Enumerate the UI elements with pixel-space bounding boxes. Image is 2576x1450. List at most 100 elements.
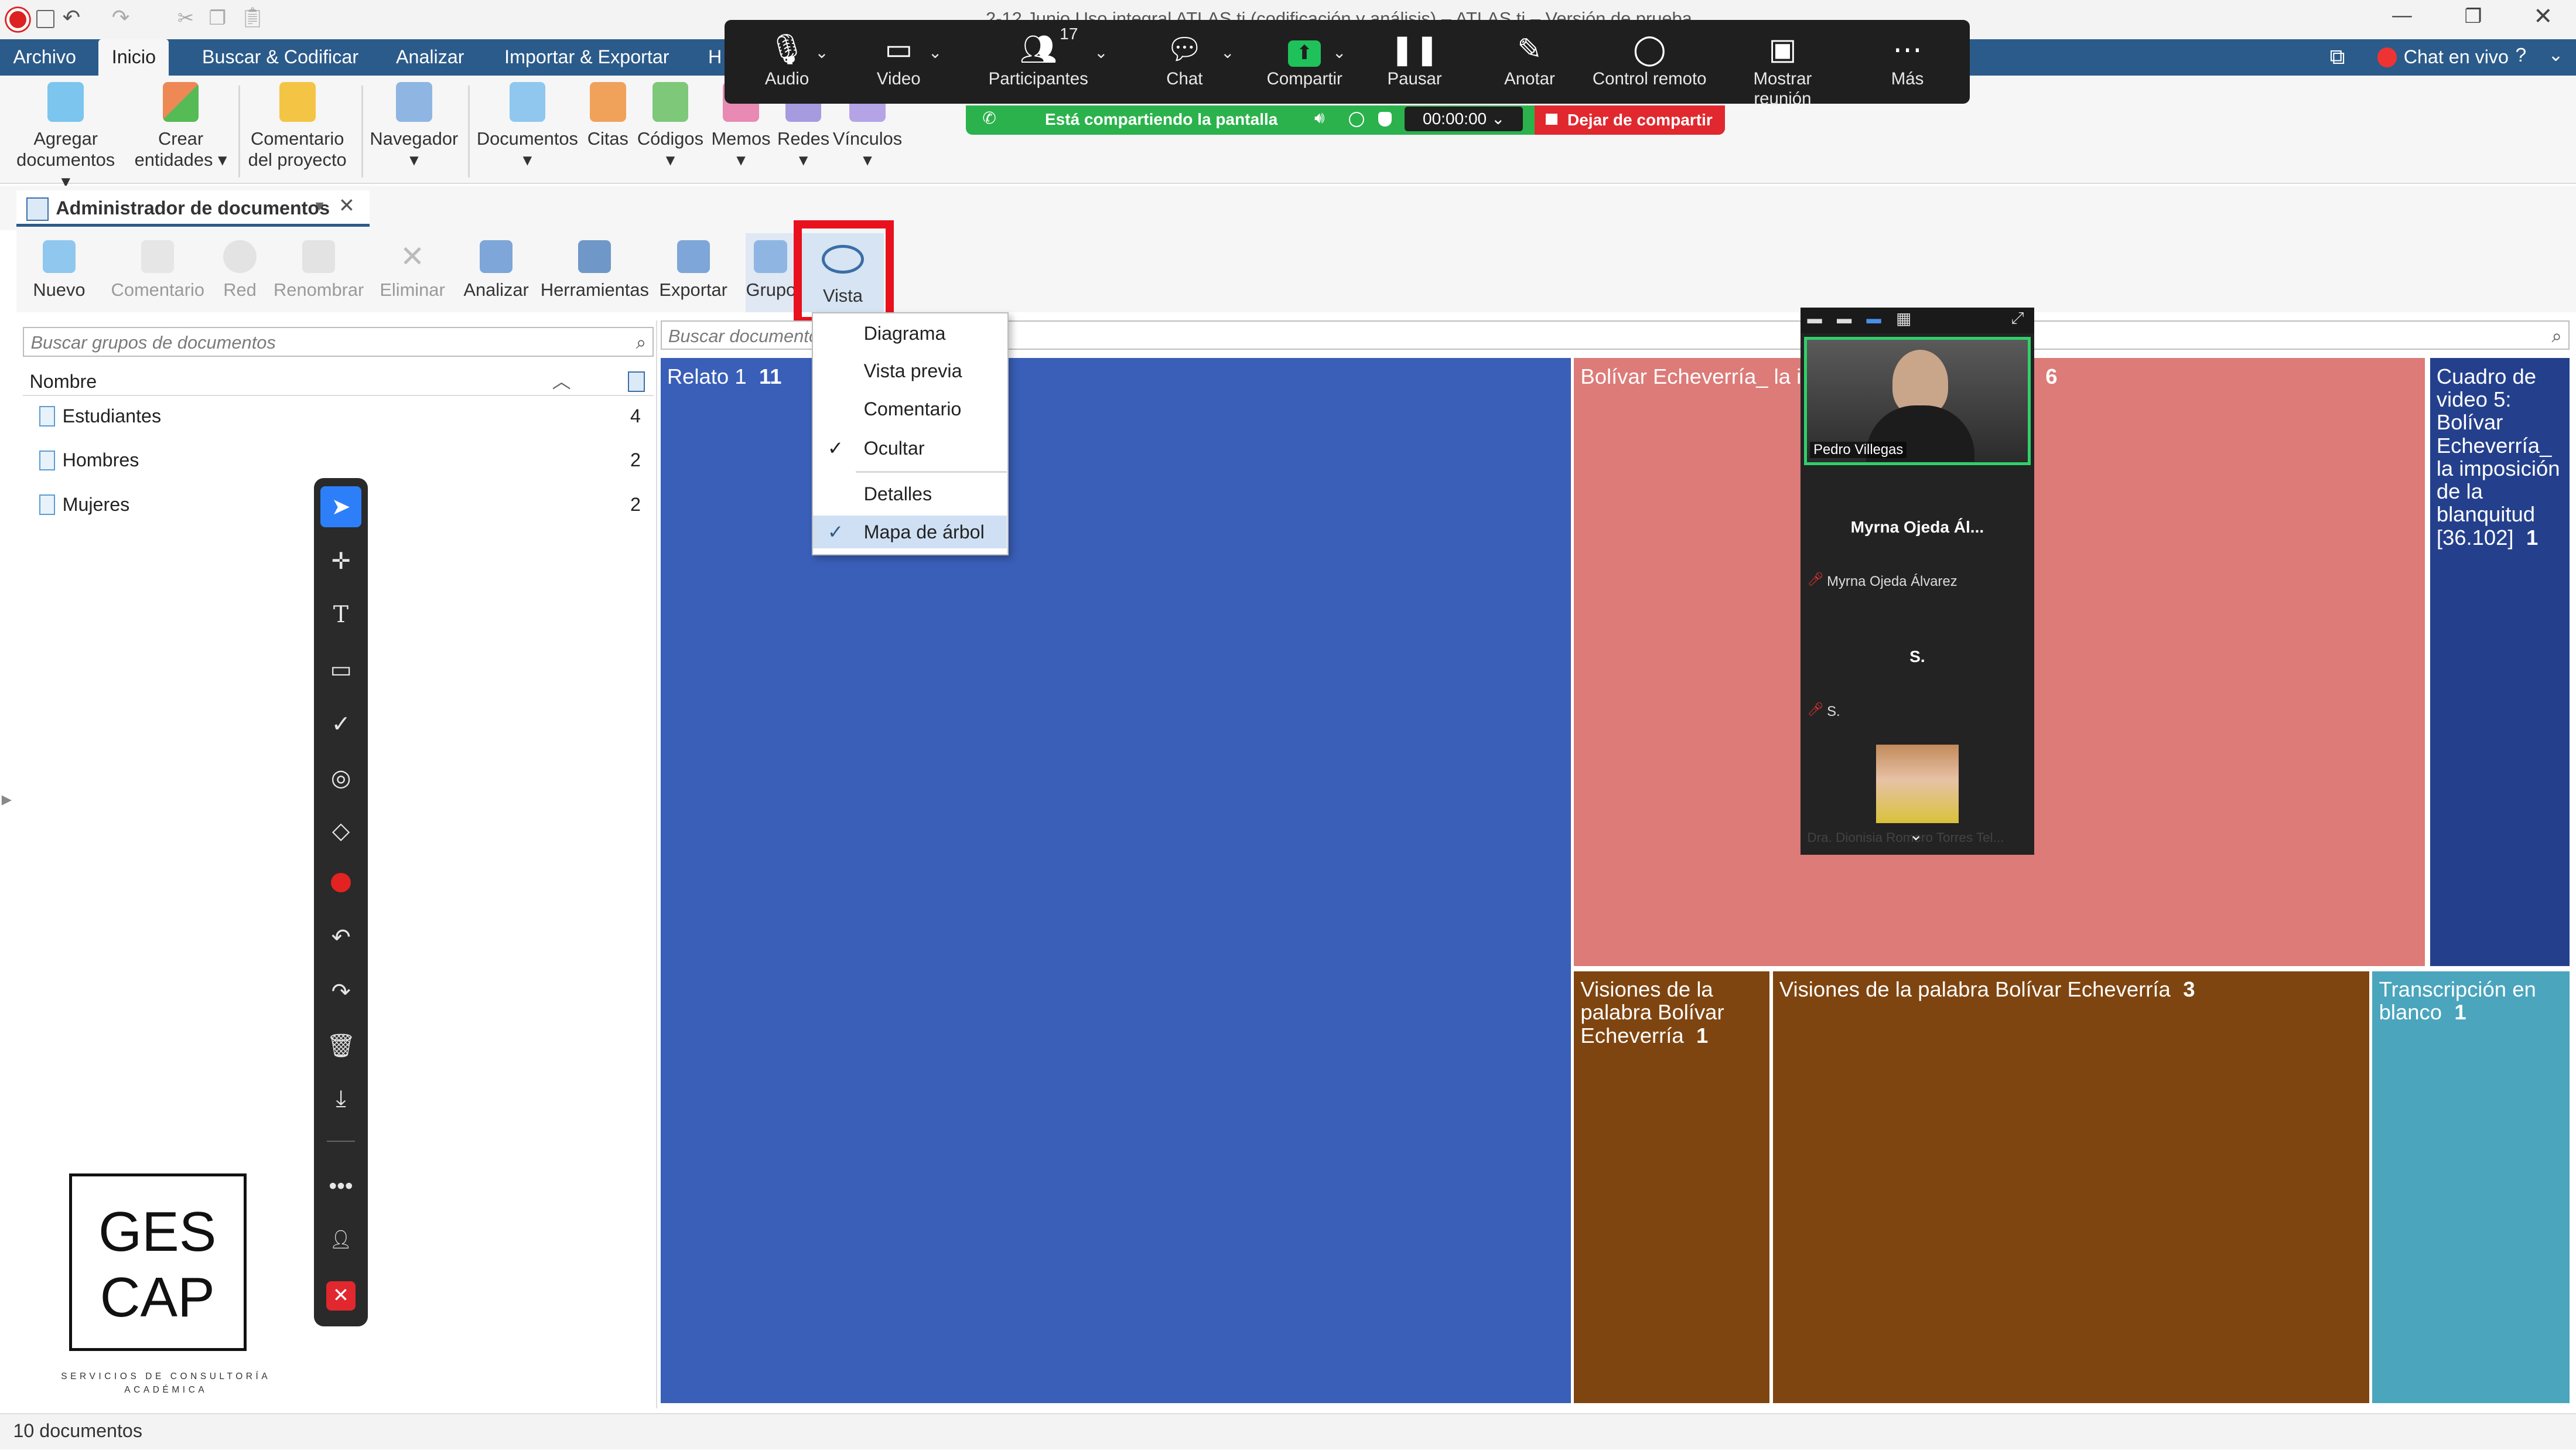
copy-icon[interactable]: ❐ [209,6,226,30]
treemap-tile[interactable]: Transcripción en blanco 1 [2372,971,2570,1404]
document-count-column-icon [627,371,645,392]
codes-button[interactable]: Códigos ▾ [636,82,705,170]
menu-item-treemap[interactable]: ✓ Mapa de árbol [812,515,1007,549]
chevron-down-icon[interactable]: ⌄ [1909,825,1923,844]
group-button[interactable]: Grupo [746,233,796,312]
create-entities-button[interactable]: Crear entidades ▾ [131,82,230,170]
search-icon[interactable]: ⌕ [2552,322,2562,351]
search-icon[interactable]: ⌕ [636,328,646,357]
video-button[interactable]: ▭ Video [869,29,928,88]
menu-archivo[interactable]: Archivo [0,39,89,76]
sort-chevron-icon[interactable]: ︿ [552,367,570,396]
select-pointer-icon[interactable]: ➤ [320,486,362,528]
more-icon: ⋯ [1892,32,1922,66]
more-button[interactable]: ⋯ Más [1881,29,1934,88]
participant-photo[interactable] [1876,744,1959,824]
network-button[interactable]: Red [217,240,263,301]
pause-button[interactable]: ❚❚ Pausar [1385,29,1444,88]
participant-video[interactable]: Pedro Villegas [1803,337,2031,465]
treemap-tile[interactable]: Visiones de la palabra Bolívar Echeverrí… [1772,971,2369,1404]
share-screen-icon[interactable]: ⧉ [2329,45,2345,70]
text-icon[interactable]: T [320,595,361,636]
rename-button[interactable]: Renombrar [273,240,365,301]
menu-inicio[interactable]: Inicio [98,39,169,76]
annotator-name-icon[interactable]: 👤︎ [320,1219,361,1260]
checkmark-icon[interactable]: ✓ [320,704,361,745]
trash-icon[interactable]: 🗑︎ [320,1025,361,1066]
new-button[interactable]: Nuevo [26,240,92,301]
menu-item-comment[interactable]: Comentario [813,393,1007,425]
annotate-button[interactable]: ✎ Anotar [1497,29,1562,88]
speaker-view-icon[interactable]: ▬ [1837,311,1851,327]
tab-document-manager[interactable]: Administrador de documentos ▾ ✕ [16,190,370,227]
eraser-icon[interactable]: ◇ [320,810,361,851]
video-options-chevron-icon[interactable]: ⌄ [928,43,942,62]
stop-sharing-button[interactable]: Dejar de compartir [1534,105,1726,135]
gallery-strip-icon[interactable]: ▬ [1866,311,1881,327]
minimize-button[interactable]: — [2392,5,2412,27]
download-icon[interactable]: ⤓ [320,1078,361,1119]
treemap-tile[interactable]: Visiones de la palabra Bolívar Echeverrí… [1574,971,1769,1404]
more-icon[interactable]: ••• [320,1165,361,1206]
documents-button[interactable]: Documentos ▾ [475,82,580,170]
color-red-icon[interactable] [320,864,361,905]
recording-indicator-icon [1348,111,1365,128]
video-panel-header: ▬ ▬ ▬ ▦ ⤢ [1801,307,2034,334]
redo-icon[interactable]: ↷ [320,971,361,1012]
grid-view-icon[interactable]: ▦ [1896,309,1912,328]
chat-button[interactable]: 💬︎ Chat [1155,29,1214,88]
live-chat-button[interactable]: Chat en vivo [2404,46,2509,68]
undo-icon[interactable]: ↶ [63,5,81,30]
group-row[interactable]: Hombres 2 [36,443,647,476]
expand-icon[interactable]: ⤢ [2011,309,2024,328]
timer[interactable]: 00:00:00 ⌄ [1405,107,1523,132]
minimize-icon[interactable]: ▬ [1807,311,1822,327]
tools-button[interactable]: Herramientas [539,240,651,301]
collapse-arrow-icon[interactable]: ▶ [2,792,12,807]
share-options-chevron-icon[interactable]: ⌄ [1333,43,1347,62]
treemap-tile[interactable]: Cuadro de video 5: Bolívar Echeverría_ l… [2430,358,2570,967]
undo-icon[interactable]: ↶ [320,917,361,958]
navigator-button[interactable]: Navegador ▾ [368,82,460,170]
menu-item-diagram[interactable]: Diagrama [813,317,1007,350]
comment-button[interactable]: Comentario [105,240,211,301]
paste-icon[interactable]: 📋︎ [240,6,265,29]
tab-close-icon[interactable]: ✕ [339,194,355,217]
groups-header[interactable]: Nombre ︿ [23,367,654,396]
export-button[interactable]: Exportar [657,240,729,301]
add-documents-button[interactable]: Agregar documentos ▾ [10,82,122,192]
redo-icon[interactable]: ↷ [112,5,130,30]
project-comment-button[interactable]: Comentario del proyecto [243,82,351,170]
close-annotation-icon[interactable]: ✕ [320,1274,361,1315]
audio-options-chevron-icon[interactable]: ⌄ [815,43,829,62]
save-icon[interactable] [36,9,54,28]
chat-options-chevron-icon[interactable]: ⌄ [1221,43,1235,62]
menu-item-details[interactable]: Detalles [813,477,1007,510]
live-chat-icon[interactable] [2377,47,2397,67]
help-icon[interactable]: ? [2515,45,2526,67]
spotlight-icon[interactable]: ◎ [320,758,361,799]
menu-item-preview[interactable]: Vista previa [813,354,1007,387]
tab-menu-chevron-icon[interactable]: ▾ [316,196,324,215]
quotes-button[interactable]: Citas [583,82,633,149]
menu-importar-exportar[interactable]: Importar & Exportar [491,39,682,76]
chevron-down-icon[interactable]: ⌄ [2548,45,2564,66]
close-window-button[interactable]: ✕ [2533,4,2553,30]
group-search-input[interactable]: Buscar grupos de documentos ⌕ [23,327,654,357]
analyze-button[interactable]: Analizar [460,240,532,301]
menu-item-hide[interactable]: ✓ Ocultar [813,432,1007,465]
show-meeting-button[interactable]: ▣ Mostrar reunión [1723,29,1842,108]
delete-button[interactable]: ✕ Eliminar [375,240,450,301]
menu-buscar-codificar[interactable]: Buscar & Codificar [189,39,372,76]
cut-icon[interactable]: ✂ [177,6,194,30]
audio-button[interactable]: 🎙︎ Audio [757,29,816,88]
group-row[interactable]: Estudiantes 4 [36,400,647,432]
restore-button[interactable]: ❐ [2465,5,2482,28]
menu-analizar[interactable]: Analizar [383,39,477,76]
share-button[interactable]: ⬆ Compartir [1267,29,1342,88]
participants-options-chevron-icon[interactable]: ⌄ [1094,43,1108,62]
rectangle-icon[interactable]: ▭ [320,649,361,690]
move-icon[interactable]: ✛ [320,541,361,582]
treemap-tile[interactable]: Relato 1 11 [660,358,1571,1404]
remote-control-button[interactable]: ◯ Control remoto [1592,29,1707,88]
